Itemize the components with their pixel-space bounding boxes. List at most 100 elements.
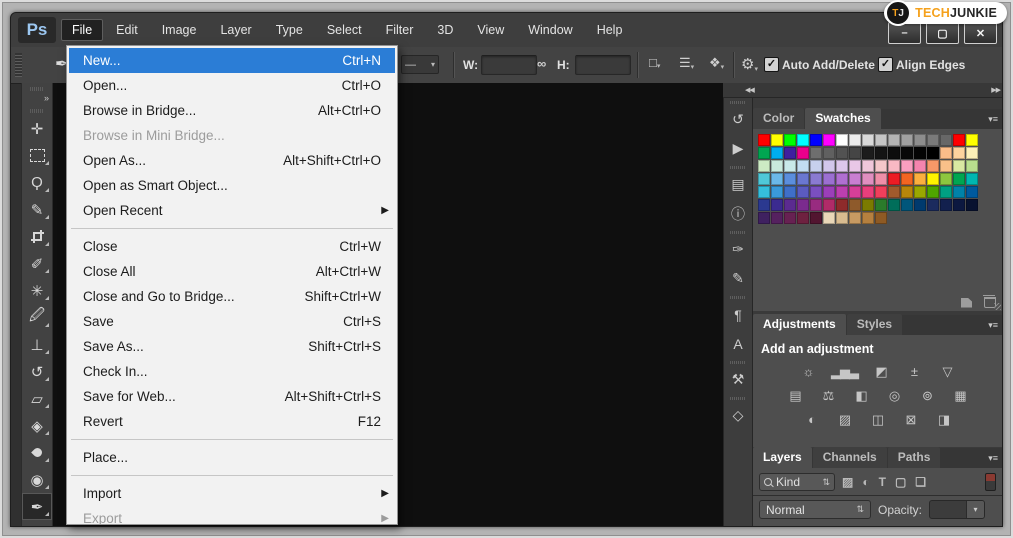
swatch[interactable] [888,160,900,172]
hue-saturation-icon[interactable]: ▤ [785,388,805,404]
file-menu-item-open-as[interactable]: Open As...Alt+Shift+Ctrl+O [69,148,395,173]
swatch[interactable] [784,199,796,211]
height-input[interactable] [575,55,631,75]
swatch[interactable] [797,186,809,198]
swatch[interactable] [784,147,796,159]
curves-icon[interactable]: ◩ [871,364,891,380]
eyedropper-tool[interactable]: ✐ [22,250,52,277]
menubar-item-edit[interactable]: Edit [105,19,149,41]
swatch[interactable] [862,134,874,146]
swatch[interactable] [901,160,913,172]
swatch[interactable] [771,199,783,211]
selective-color-icon[interactable]: ◨ [934,412,954,428]
history-panel-icon[interactable]: ↺ [724,105,752,134]
info-panel-icon[interactable]: ⓘ [724,199,752,228]
swatch[interactable] [797,173,809,185]
swatch[interactable] [810,147,822,159]
swatch[interactable] [823,173,835,185]
swatch[interactable] [953,173,965,185]
menubar-item-3d[interactable]: 3D [426,19,464,41]
channel-mixer-icon[interactable]: ⊚ [917,388,937,404]
menubar-item-file[interactable]: File [61,19,103,41]
file-menu-item-open-as-smart-object[interactable]: Open as Smart Object... [69,173,395,198]
swatch[interactable] [914,134,926,146]
paint-bucket-tool[interactable]: ◈ [22,412,52,439]
swatch[interactable] [940,199,952,211]
tool-preset-dropdown[interactable]: —▾ [401,55,439,74]
swatch[interactable] [862,173,874,185]
swatch[interactable] [849,134,861,146]
swatch[interactable] [771,160,783,172]
spot-healing-brush-tool[interactable]: ✳ [22,277,52,304]
blur-tool[interactable] [22,439,52,466]
rectangular-marquee-tool[interactable] [22,142,52,169]
maximize-button[interactable]: ▢ [926,22,959,44]
geometry-options-dropdown[interactable]: □▾ [649,55,660,70]
tab-color[interactable]: Color [753,108,804,129]
file-menu-item-import[interactable]: Import▶ [69,481,395,506]
swatch[interactable] [927,134,939,146]
swatch[interactable] [862,160,874,172]
swatch[interactable] [862,212,874,224]
swatch[interactable] [901,134,913,146]
file-menu-item-place[interactable]: Place... [69,445,395,470]
swatch[interactable] [771,173,783,185]
menubar-item-image[interactable]: Image [151,19,208,41]
layer-filter-kind-dropdown[interactable]: Kind ⇅ [759,473,835,491]
swatch[interactable] [862,199,874,211]
history-brush-tool[interactable]: ↺ [22,358,52,385]
swatch[interactable] [784,186,796,198]
swatch[interactable] [940,186,952,198]
swatch[interactable] [849,199,861,211]
tab-swatches[interactable]: Swatches [805,108,880,129]
swatch[interactable] [901,147,913,159]
swatch[interactable] [875,212,887,224]
swatch[interactable] [810,173,822,185]
new-swatch-icon[interactable] [961,298,972,308]
swatch[interactable] [875,134,887,146]
swatch[interactable] [810,199,822,211]
swatch[interactable] [901,199,913,211]
tab-adjustments[interactable]: Adjustments [753,314,846,335]
swatch[interactable] [836,134,848,146]
tab-styles[interactable]: Styles [847,314,902,335]
swatch[interactable] [758,160,770,172]
swatch[interactable] [914,186,926,198]
swatch[interactable] [888,147,900,159]
swatch[interactable] [888,199,900,211]
vibrance-icon[interactable]: ▽ [937,364,957,380]
path-arrangement-dropdown[interactable]: ❖▾ [709,55,724,71]
swatch[interactable] [797,134,809,146]
swatch[interactable] [966,199,978,211]
swatch[interactable] [927,147,939,159]
swatch[interactable] [888,134,900,146]
swatch[interactable] [784,160,796,172]
eraser-tool[interactable]: ▱ [22,385,52,412]
swatch[interactable] [966,173,978,185]
options-bar-gripper[interactable] [15,53,22,77]
panel-menu-icon[interactable]: ▾≡ [988,114,998,125]
brush-tool[interactable]: 🖉 [22,304,52,331]
file-menu-item-export[interactable]: Export▶ [69,506,395,525]
swatch[interactable] [953,147,965,159]
character-styles-panel-icon[interactable]: A [724,329,752,358]
file-menu-item-open[interactable]: Open...Ctrl+O [69,73,395,98]
swatch[interactable] [810,212,822,224]
swatch[interactable] [810,160,822,172]
swatch[interactable] [758,212,770,224]
swatch[interactable] [771,212,783,224]
file-menu-item-browse-in-mini-bridge[interactable]: Browse in Mini Bridge... [69,123,395,148]
clone-stamp-tool[interactable]: ⊥ [22,331,52,358]
file-menu-item-check-in[interactable]: Check In... [69,359,395,384]
file-menu-item-save[interactable]: SaveCtrl+S [69,309,395,334]
swatch[interactable] [758,134,770,146]
color-balance-icon[interactable]: ⚖ [818,388,838,404]
file-menu-item-close[interactable]: CloseCtrl+W [69,234,395,259]
photo-filter-icon[interactable]: ◎ [884,388,904,404]
swatch[interactable] [836,212,848,224]
brightness-contrast-icon[interactable]: ☼ [798,364,818,380]
filter-toggle-switch[interactable] [985,473,996,491]
swatch[interactable] [914,173,926,185]
swatch[interactable] [849,186,861,198]
panel-menu-icon[interactable]: ▾≡ [988,453,998,464]
